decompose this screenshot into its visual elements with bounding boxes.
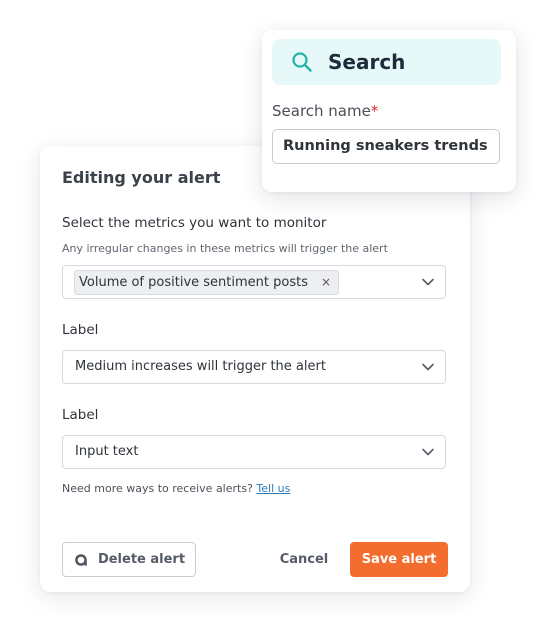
chevron-down-icon[interactable] <box>421 275 435 289</box>
chip-remove-icon[interactable]: × <box>320 271 332 294</box>
label-two-select[interactable]: Input text <box>62 435 446 469</box>
more-ways-label: Need more ways to receive alerts? <box>62 482 253 495</box>
search-name-input[interactable]: Running sneakers trends <box>272 129 500 164</box>
brand-a-icon <box>75 553 87 566</box>
search-card: Search Search name* Running sneakers tre… <box>262 30 516 192</box>
metrics-select[interactable]: Volume of positive sentiment posts × <box>62 265 446 299</box>
search-title: Search <box>328 50 406 74</box>
label-two-label: Label <box>62 407 99 423</box>
search-icon <box>292 52 312 72</box>
metrics-help-text: Any irregular changes in these metrics w… <box>62 242 388 255</box>
label-two-value: Input text <box>75 444 139 459</box>
search-name-label-text: Search name <box>272 102 371 120</box>
more-ways-text: Need more ways to receive alerts? Tell u… <box>62 482 290 495</box>
chevron-down-icon[interactable] <box>421 360 435 374</box>
delete-alert-button[interactable]: Delete alert <box>62 542 196 577</box>
alert-edit-card: Editing your alert Select the metrics yo… <box>40 146 470 592</box>
label-one-value: Medium increases will trigger the alert <box>75 359 326 374</box>
chevron-down-icon[interactable] <box>421 445 435 459</box>
metrics-label: Select the metrics you want to monitor <box>62 215 327 231</box>
label-one-select[interactable]: Medium increases will trigger the alert <box>62 350 446 384</box>
metric-chip: Volume of positive sentiment posts × <box>74 270 339 295</box>
metric-chip-label: Volume of positive sentiment posts <box>79 275 308 290</box>
save-alert-button[interactable]: Save alert <box>350 542 448 577</box>
tell-us-link[interactable]: Tell us <box>256 482 290 495</box>
search-header: Search <box>272 39 501 85</box>
cancel-button[interactable]: Cancel <box>268 542 340 577</box>
alert-title: Editing your alert <box>62 168 221 187</box>
search-name-label: Search name* <box>272 102 378 120</box>
required-mark: * <box>370 102 379 120</box>
delete-alert-label: Delete alert <box>97 552 186 567</box>
label-one-label: Label <box>62 322 99 338</box>
